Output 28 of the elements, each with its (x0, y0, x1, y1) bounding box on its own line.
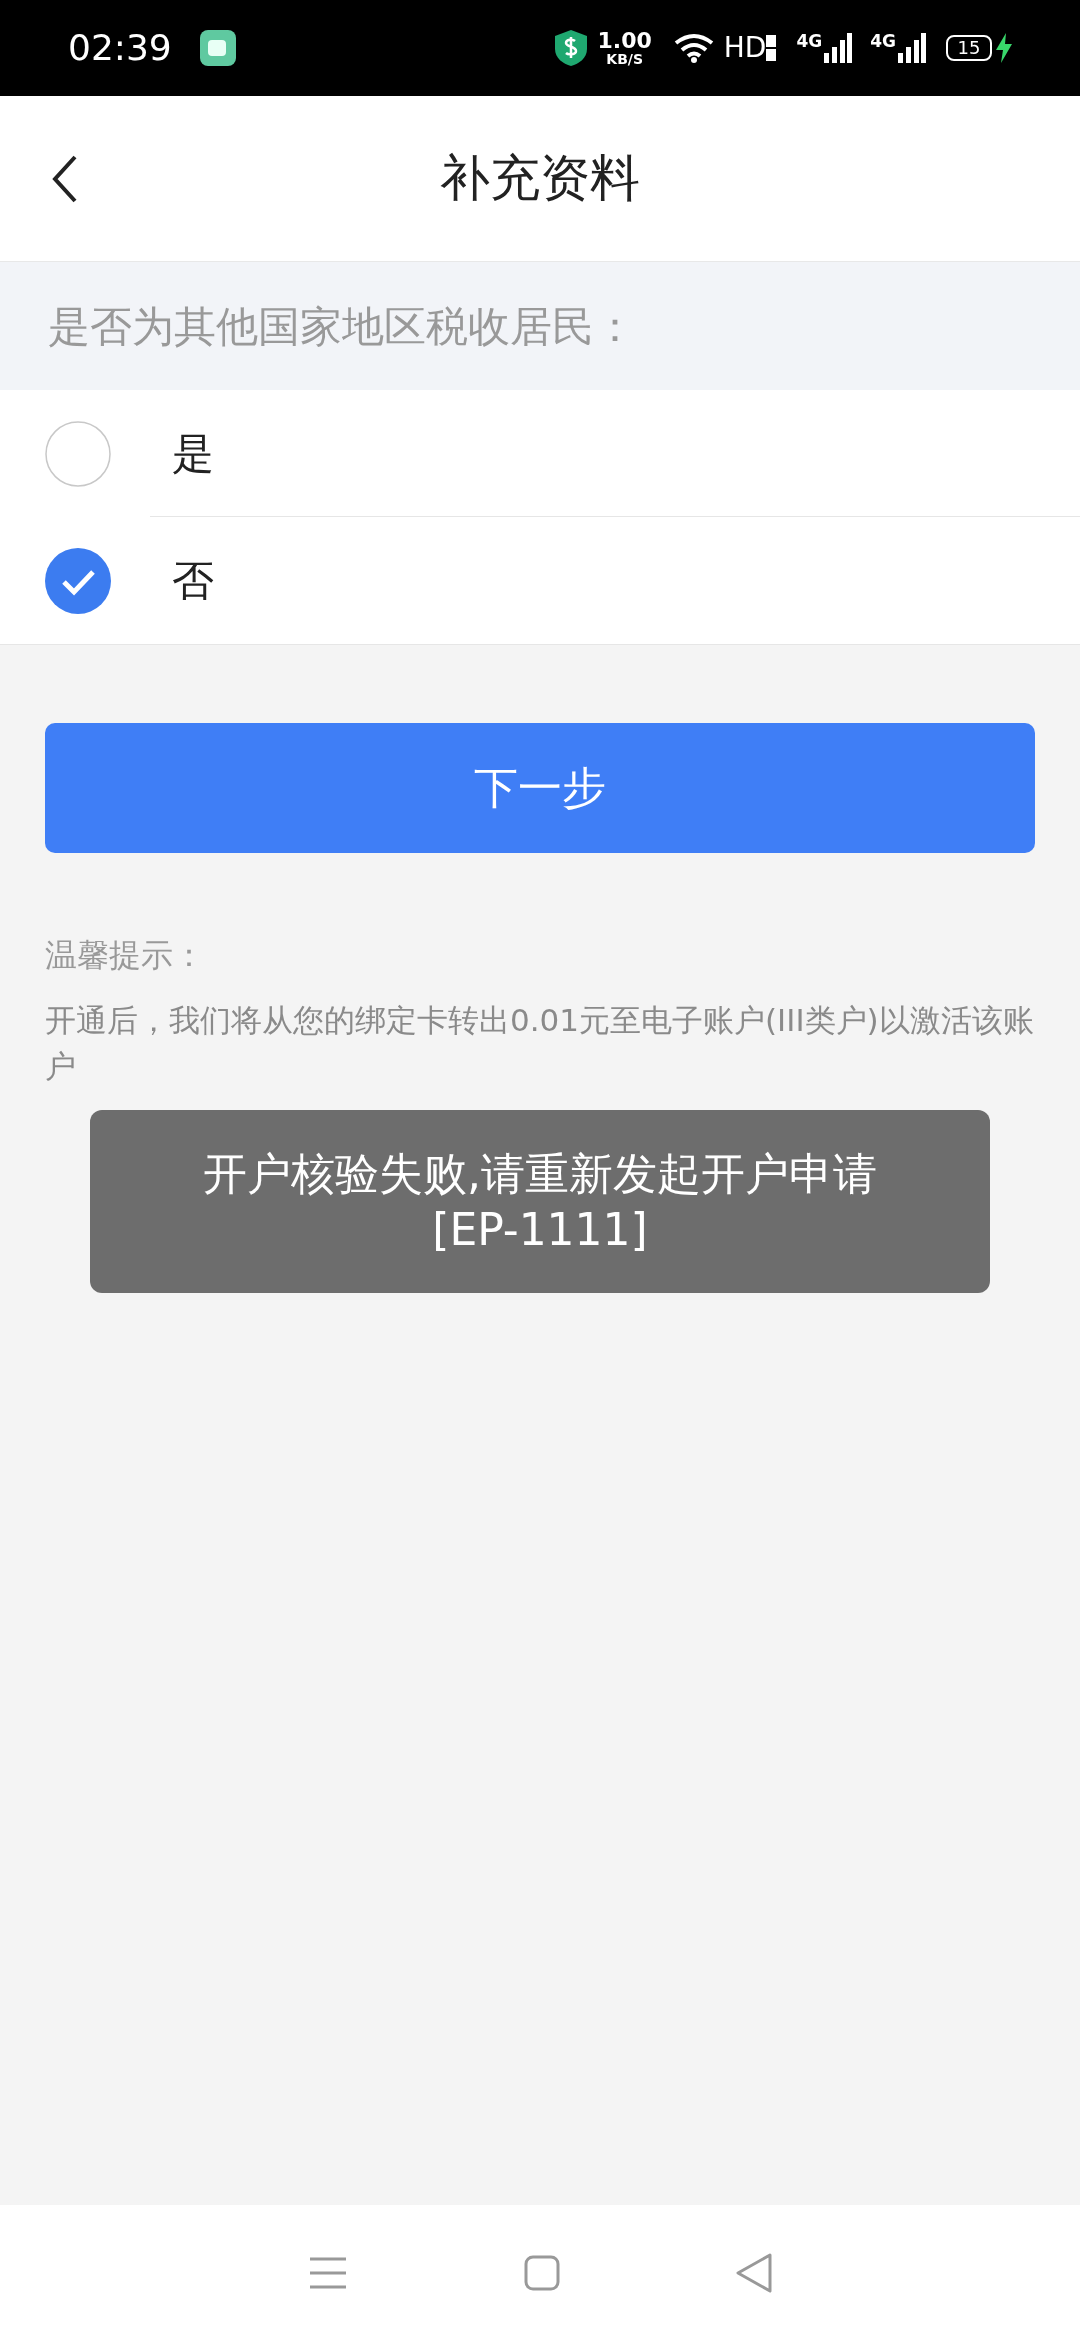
radio-option[interactable]: 否 (0, 517, 1080, 644)
toast-text: [EP-1111] (432, 1202, 648, 1257)
radio-option[interactable]: 是 (0, 390, 1080, 517)
app-notification-icon (199, 30, 236, 66)
hd-label: HD (723, 30, 767, 66)
wifi-icon (673, 33, 714, 63)
next-button[interactable]: 下一步 (45, 723, 1035, 853)
menu-icon[interactable] (308, 2255, 348, 2290)
option-label: 是 (172, 427, 214, 480)
tips-text: 开通后，我们将从您的绑定卡转出0.01元至电子账户(III类户)以激活该账户 (45, 1001, 1035, 1086)
tips-title: 温馨提示： (45, 935, 206, 976)
page-title: 补充资料 (440, 148, 640, 209)
signal-icon (898, 33, 926, 63)
shield-dollar-icon (553, 29, 588, 67)
question-label: 是否为其他国家地区税收居民： (48, 300, 636, 353)
network-speed: 1.00 (597, 30, 652, 52)
toast-text: 开户核验失败,请重新发起开户申请 (203, 1146, 877, 1201)
status-time: 02:39 (68, 26, 172, 70)
home-icon[interactable] (524, 2254, 560, 2291)
back-nav-icon[interactable] (736, 2252, 772, 2293)
network-type: 4G (796, 33, 823, 50)
battery-indicator: 15 (946, 35, 992, 61)
signal-icon (824, 33, 853, 63)
option-label: 否 (172, 555, 214, 607)
sim-slots-icon (766, 35, 777, 61)
network-type: 4G (870, 33, 896, 50)
back-icon (52, 153, 78, 204)
network-speed-unit: KB/S (606, 52, 643, 66)
